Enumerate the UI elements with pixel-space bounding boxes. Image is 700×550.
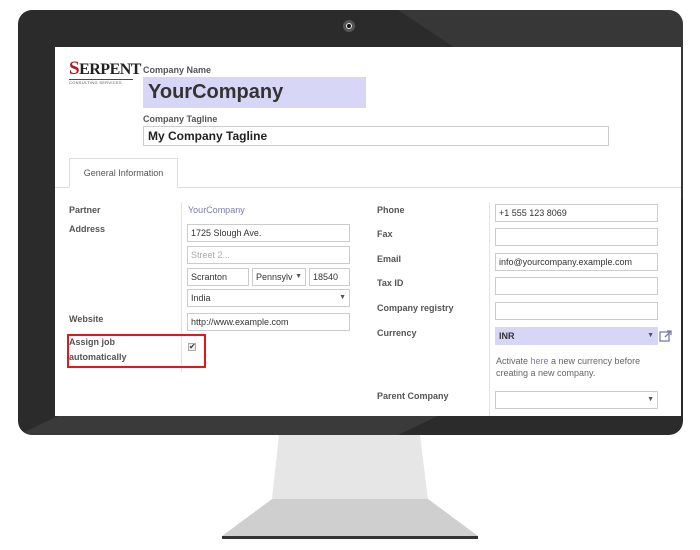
website-input[interactable]: http://www.example.com <box>187 313 350 331</box>
column-divider-right <box>489 202 490 416</box>
country-select[interactable]: India ▼ <box>187 289 350 307</box>
company-tagline-label: Company Tagline <box>143 114 218 124</box>
street-input[interactable]: 1725 Slough Ave. <box>187 224 350 242</box>
monitor-bezel: SERPENT CONSULTING SERVICES Company Name… <box>18 10 683 435</box>
logo-wordmark-rest: ERPENT <box>79 61 141 78</box>
street2-input[interactable]: Street 2... <box>187 246 350 264</box>
company-registry-input[interactable] <box>495 302 658 320</box>
screen: SERPENT CONSULTING SERVICES Company Name… <box>55 47 681 416</box>
parent-company-label: Parent Company <box>377 391 449 401</box>
state-select[interactable]: Pennsylv ▼ <box>252 268 306 286</box>
company-name-input[interactable]: YourCompany <box>143 77 366 108</box>
bezel-bottom-shine <box>18 416 438 435</box>
zip-input[interactable]: 18540 <box>309 268 350 286</box>
logo-wordmark: SERPENT <box>69 58 141 79</box>
external-link-icon[interactable] <box>659 329 673 343</box>
company-logo[interactable]: SERPENT CONSULTING SERVICES <box>69 58 141 85</box>
company-form-sheet: SERPENT CONSULTING SERVICES Company Name… <box>55 47 681 416</box>
phone-label: Phone <box>377 205 405 215</box>
address-label: Address <box>69 224 106 234</box>
country-value: India <box>191 293 211 303</box>
website-label: Website <box>69 314 104 324</box>
email-label: Email <box>377 254 402 264</box>
phone-input[interactable]: +1 555 123 8069 <box>495 204 658 222</box>
chevron-down-icon: ▼ <box>295 273 302 280</box>
fax-input[interactable] <box>495 228 658 246</box>
email-input[interactable]: info@yourcompany.example.com <box>495 253 658 271</box>
help-text-before: Activate <box>496 356 531 366</box>
company-tagline-input[interactable]: My Company Tagline <box>143 126 609 146</box>
currency-label: Currency <box>377 328 417 338</box>
parent-company-select[interactable]: ▼ <box>495 391 658 409</box>
chevron-down-icon: ▼ <box>647 332 654 339</box>
chevron-down-icon: ▼ <box>647 396 654 403</box>
activate-currency-link[interactable]: here <box>531 356 549 366</box>
currency-help-text: Activate here a new currency before crea… <box>496 355 661 379</box>
company-registry-label: Company registry <box>377 303 454 313</box>
fax-label: Fax <box>377 229 393 239</box>
tax-id-label: Tax ID <box>377 278 404 288</box>
company-name-label: Company Name <box>143 65 212 75</box>
state-value: Pennsylv <box>256 272 293 282</box>
annotation-highlight-box <box>67 334 206 368</box>
tab-general-information[interactable]: General Information <box>69 158 178 188</box>
partner-link[interactable]: YourCompany <box>188 205 245 215</box>
tax-id-input[interactable] <box>495 277 658 295</box>
chevron-down-icon: ▼ <box>339 294 346 301</box>
logo-subtitle: CONSULTING SERVICES <box>69 79 133 85</box>
currency-value: INR <box>499 331 515 341</box>
partner-label: Partner <box>69 205 101 215</box>
monitor-stand <box>222 435 478 539</box>
webcam-icon <box>343 20 355 32</box>
city-input[interactable]: Scranton <box>187 268 249 286</box>
currency-select[interactable]: INR ▼ <box>495 327 658 345</box>
